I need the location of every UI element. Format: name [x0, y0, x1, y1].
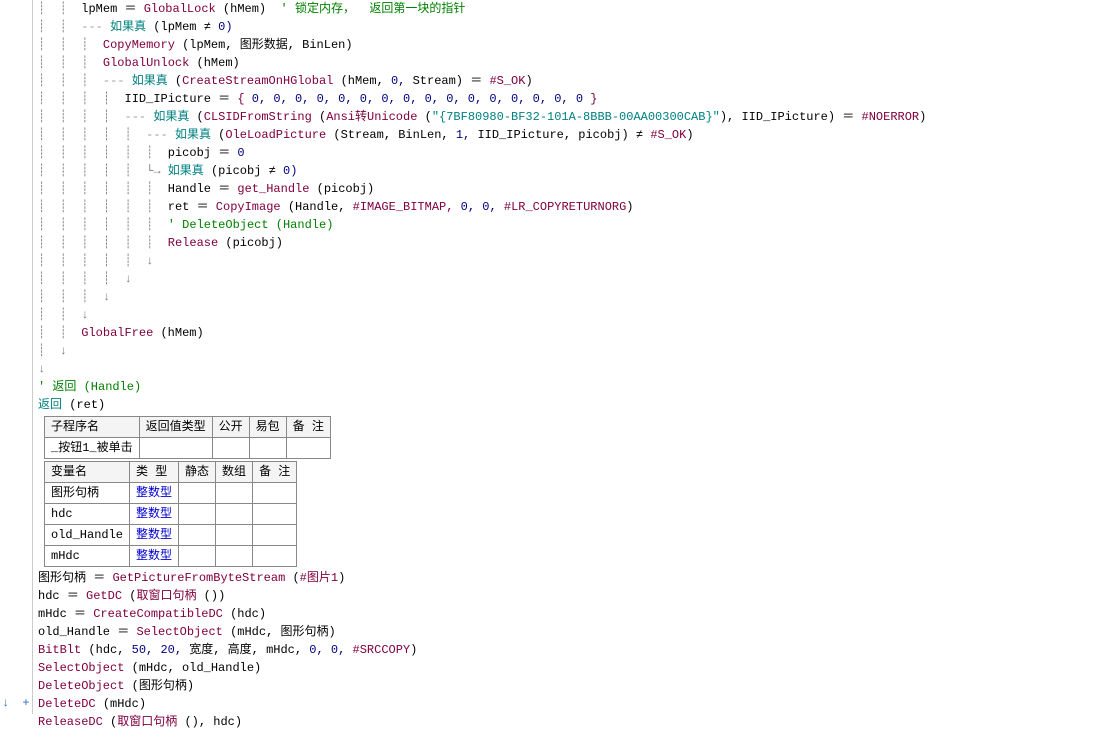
code-line[interactable]: ┊ ┊ ┊ ┊ ┊ ┊ Release (picobj)	[38, 234, 1114, 252]
code-line[interactable]: ↓	[38, 360, 1114, 378]
code-line[interactable]: mHdc ＝ CreateCompatibleDC (hdc)	[38, 605, 1114, 623]
code-line[interactable]: 返回 (ret)	[38, 396, 1114, 414]
code-line[interactable]: ┊ ┊ ┊ ┊ IID_IPicture ＝ { 0, 0, 0, 0, 0, …	[38, 90, 1114, 108]
code-line[interactable]: ┊ ┊ ┊ ┊ ┊ ┊ picobj ＝ 0	[38, 144, 1114, 162]
code-line[interactable]: ┊ ┊ ┊ ┊ ↓	[38, 270, 1114, 288]
code-line[interactable]: ┊ ┊ ┊ ┊ ┊ ┊ ret ＝ CopyImage (Handle, #IM…	[38, 198, 1114, 216]
code-line[interactable]: DeleteDC (mHdc)	[38, 695, 1114, 713]
code-line[interactable]: old_Handle ＝ SelectObject (mHdc, 图形句柄)	[38, 623, 1114, 641]
code-line[interactable]: hdc ＝ GetDC (取窗口句柄 ())	[38, 587, 1114, 605]
code-editor[interactable]: ┊ ┊ lpMem ＝ GlobalLock (hMem) ' 锁定内存， 返回…	[38, 0, 1114, 731]
col-remark: 备 注	[253, 462, 297, 483]
code-line[interactable]: ┊ ┊ ┊ ┊ ┊ --- 如果真 (OleLoadPicture (Strea…	[38, 126, 1114, 144]
code-line[interactable]: ┊ ┊ ┊ ┊ ┊ └→ 如果真 (picobj ≠ 0)	[38, 162, 1114, 180]
table-row[interactable]: old_Handle整数型	[45, 525, 297, 546]
table-header-row: 子程序名 返回值类型 公开 易包 备 注	[45, 417, 331, 438]
col-remark: 备 注	[286, 417, 330, 438]
code-line[interactable]: ┊ ┊ ┊ ↓	[38, 288, 1114, 306]
table-row[interactable]: _按钮1_被单击	[45, 438, 331, 459]
variables-table[interactable]: 变量名 类 型 静态 数组 备 注 图形句柄整数型 hdc整数型 old_Han…	[44, 461, 297, 567]
code-line[interactable]: ┊ ┊ ┊ GlobalUnlock (hMem)	[38, 54, 1114, 72]
code-line[interactable]: ┊ ┊ ┊ ┊ --- 如果真 (CLSIDFromString (Ansi转U…	[38, 108, 1114, 126]
code-line[interactable]: ┊ ┊ lpMem ＝ GlobalLock (hMem) ' 锁定内存， 返回…	[38, 0, 1114, 18]
table-row[interactable]: mHdc整数型	[45, 546, 297, 567]
code-line[interactable]: ┊ ┊ ↓	[38, 306, 1114, 324]
col-sub-name: 子程序名	[45, 417, 140, 438]
col-type: 类 型	[130, 462, 179, 483]
code-line[interactable]: ┊ ┊ ┊ ┊ ┊ ┊ Handle ＝ get_Handle (picobj)	[38, 180, 1114, 198]
code-line[interactable]: ┊ ┊ ┊ CopyMemory (lpMem, 图形数据, BinLen)	[38, 36, 1114, 54]
code-line[interactable]: 图形句柄 ＝ GetPictureFromByteStream (#图片1)	[38, 569, 1114, 587]
code-line[interactable]: BitBlt (hdc, 50, 20, 宽度, 高度, mHdc, 0, 0,…	[38, 641, 1114, 659]
gutter	[0, 0, 33, 714]
code-line[interactable]: SelectObject (mHdc, old_Handle)	[38, 659, 1114, 677]
code-line[interactable]: DeleteObject (图形句柄)	[38, 677, 1114, 695]
code-line[interactable]: ┊ ┊ GlobalFree (hMem)	[38, 324, 1114, 342]
col-var-name: 变量名	[45, 462, 130, 483]
table-row[interactable]: 图形句柄整数型	[45, 483, 297, 504]
col-public: 公开	[212, 417, 249, 438]
code-line[interactable]: ┊ ┊ ┊ --- 如果真 (CreateStreamOnHGlobal (hM…	[38, 72, 1114, 90]
code-line[interactable]: ┊ ↓	[38, 342, 1114, 360]
col-return-type: 返回值类型	[139, 417, 212, 438]
col-static: 静态	[179, 462, 216, 483]
subroutine-table[interactable]: 子程序名 返回值类型 公开 易包 备 注 _按钮1_被单击	[44, 416, 331, 459]
table-header-row: 变量名 类 型 静态 数组 备 注	[45, 462, 297, 483]
code-line[interactable]: ┊ ┊ ┊ ┊ ┊ ┊ ' DeleteObject (Handle)	[38, 216, 1114, 234]
arrow-down-icon[interactable]: ↓	[2, 696, 9, 710]
code-line[interactable]: ReleaseDC (取窗口句柄 (), hdc)	[38, 713, 1114, 731]
code-line[interactable]: ┊ ┊ --- 如果真 (lpMem ≠ 0)	[38, 18, 1114, 36]
table-row[interactable]: hdc整数型	[45, 504, 297, 525]
col-epackage: 易包	[249, 417, 286, 438]
code-line[interactable]: ┊ ┊ ┊ ┊ ┊ ↓	[38, 252, 1114, 270]
code-line[interactable]: ' 返回 (Handle)	[38, 378, 1114, 396]
plus-icon[interactable]: +	[22, 696, 29, 710]
gutter-buttons: ↓ +	[2, 694, 36, 712]
col-array: 数组	[216, 462, 253, 483]
